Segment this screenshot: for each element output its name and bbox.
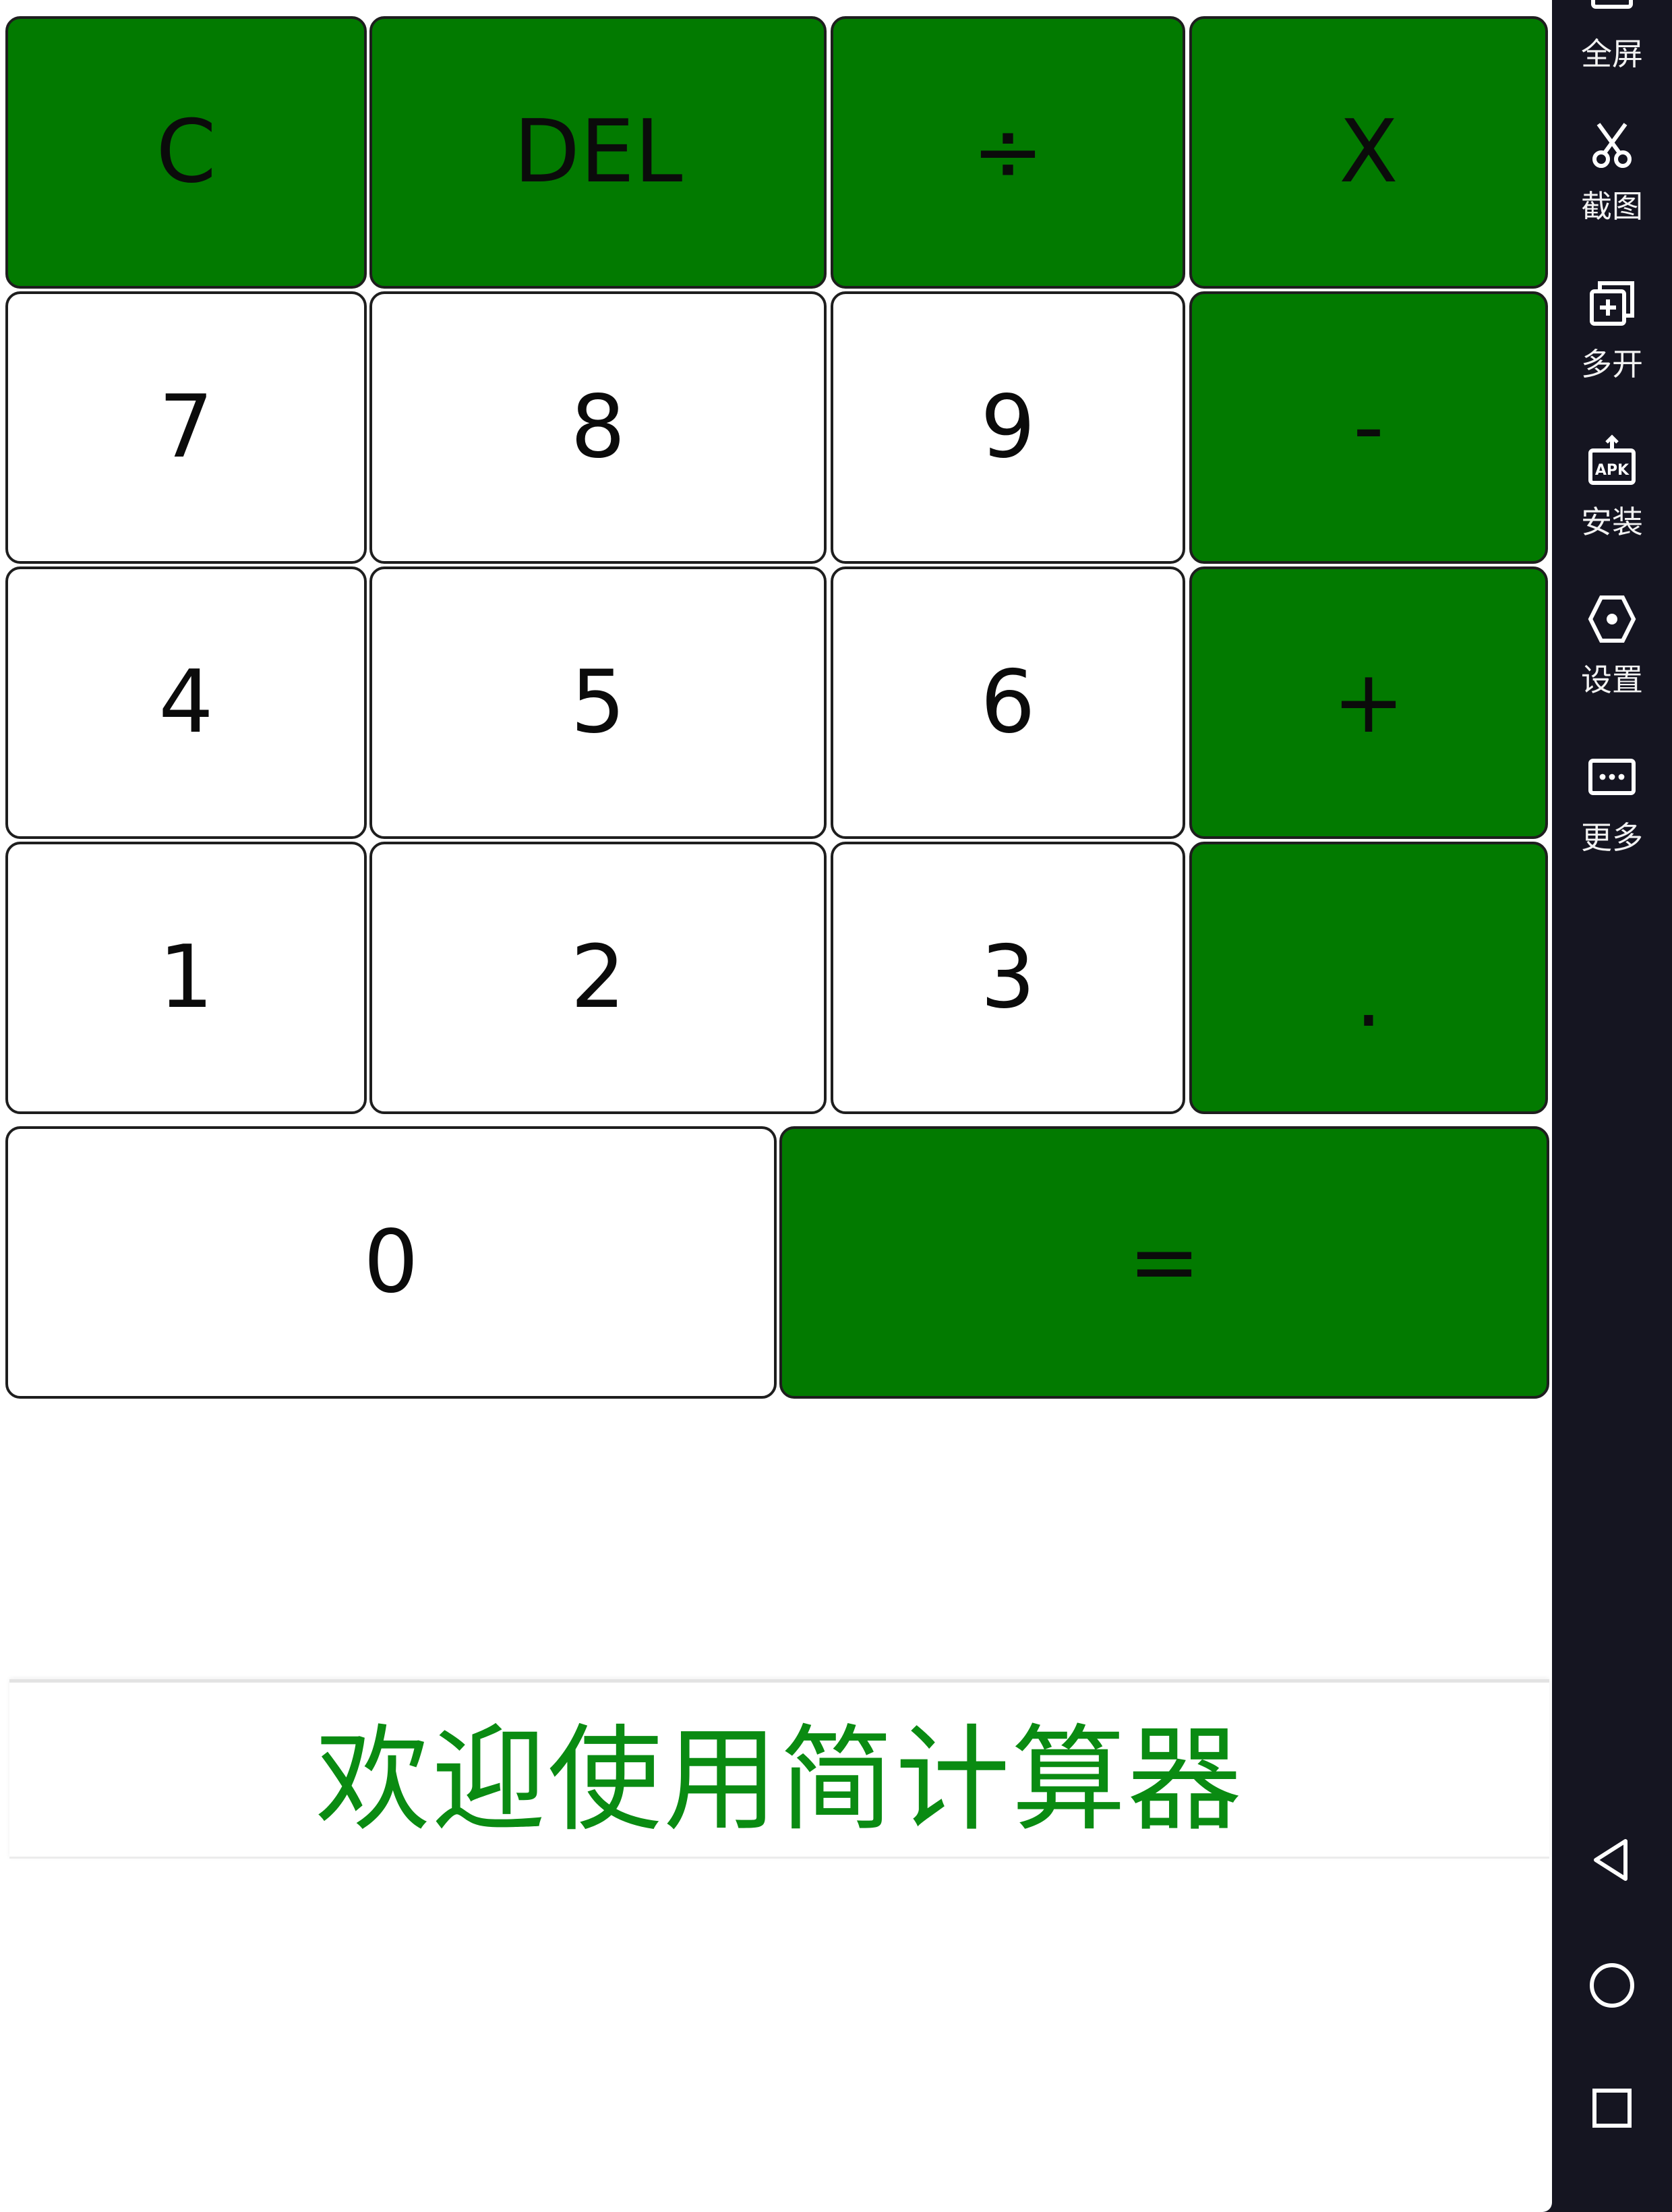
- multiply-label: X: [1339, 102, 1398, 202]
- fullscreen-tool[interactable]: 全屏: [1552, 0, 1672, 74]
- home-button[interactable]: [1585, 1958, 1639, 2012]
- equals-button[interactable]: =: [779, 1126, 1549, 1399]
- digit-8-button[interactable]: 8: [369, 291, 827, 564]
- digit-7-button[interactable]: 7: [5, 291, 367, 564]
- digit-7-label: 7: [158, 377, 214, 477]
- digit-6-button[interactable]: 6: [831, 566, 1185, 839]
- install-tool[interactable]: APK 安装: [1552, 434, 1672, 542]
- multiply-button[interactable]: X: [1189, 16, 1548, 289]
- back-button[interactable]: [1585, 1833, 1639, 1887]
- multi-open-label: 多开: [1581, 346, 1643, 382]
- more-label: 更多: [1581, 819, 1643, 856]
- install-label: 安装: [1581, 504, 1643, 540]
- clear-button[interactable]: C: [5, 16, 367, 289]
- scissors-icon: [1592, 123, 1632, 168]
- more-dots-icon: [1588, 759, 1636, 795]
- emulator-sidebar: 全屏 截图 多开 APK 安装 设置 更多: [1552, 0, 1672, 2212]
- digit-8-label: 8: [570, 377, 626, 477]
- plus-button[interactable]: +: [1189, 566, 1548, 839]
- digit-4-label: 4: [158, 652, 214, 753]
- divide-button[interactable]: ÷: [831, 16, 1185, 289]
- welcome-banner: 欢迎使用简计算器: [9, 1679, 1549, 1859]
- decimal-point-label: .: [1354, 946, 1383, 1047]
- digit-5-label: 5: [570, 652, 626, 753]
- digit-9-button[interactable]: 9: [831, 291, 1185, 564]
- digit-9-label: 9: [980, 377, 1036, 477]
- digit-2-label: 2: [570, 927, 626, 1028]
- digit-0-button[interactable]: 0: [5, 1126, 777, 1399]
- minus-label: -: [1352, 377, 1385, 477]
- calculator-app: C DEL ÷ X 7 8 9 - 4 5 6 + 1 2 3 . 0 = 欢迎…: [0, 0, 1552, 2212]
- back-triangle-icon: [1594, 1839, 1628, 1881]
- digit-1-button[interactable]: 1: [5, 842, 367, 1114]
- delete-label: DEL: [513, 102, 683, 202]
- screenshot-tool[interactable]: 截图: [1552, 119, 1672, 227]
- digit-2-button[interactable]: 2: [369, 842, 827, 1114]
- welcome-text: 欢迎使用简计算器: [315, 1714, 1243, 1847]
- delete-button[interactable]: DEL: [369, 16, 827, 289]
- digit-4-button[interactable]: 4: [5, 566, 367, 839]
- digit-0-label: 0: [363, 1212, 419, 1312]
- multi-window-icon: [1590, 281, 1634, 326]
- apk-install-icon: APK: [1588, 434, 1636, 485]
- equals-label: =: [1128, 1212, 1201, 1312]
- digit-3-button[interactable]: 3: [831, 842, 1185, 1114]
- decimal-point-button[interactable]: .: [1189, 842, 1548, 1114]
- screenshot-label: 截图: [1581, 188, 1643, 225]
- settings-tool[interactable]: 设置: [1552, 592, 1672, 700]
- recents-square-icon: [1592, 2089, 1632, 2128]
- svg-text:APK: APK: [1595, 462, 1630, 479]
- minus-button[interactable]: -: [1189, 291, 1548, 564]
- clear-label: C: [156, 102, 216, 202]
- divide-label: ÷: [972, 102, 1044, 202]
- recents-button[interactable]: [1585, 2081, 1639, 2135]
- multi-open-tool[interactable]: 多开: [1552, 276, 1672, 384]
- digit-1-label: 1: [158, 927, 214, 1028]
- fullscreen-label: 全屏: [1581, 36, 1643, 72]
- plus-label: +: [1332, 652, 1405, 753]
- home-circle-icon: [1590, 1963, 1634, 2008]
- settings-label: 设置: [1581, 662, 1643, 698]
- fullscreen-icon: [1591, 0, 1633, 9]
- settings-hexagon-icon: [1588, 595, 1636, 643]
- more-tool[interactable]: 更多: [1552, 750, 1672, 858]
- digit-5-button[interactable]: 5: [369, 566, 827, 839]
- digit-6-label: 6: [980, 652, 1036, 753]
- digit-3-label: 3: [980, 927, 1036, 1028]
